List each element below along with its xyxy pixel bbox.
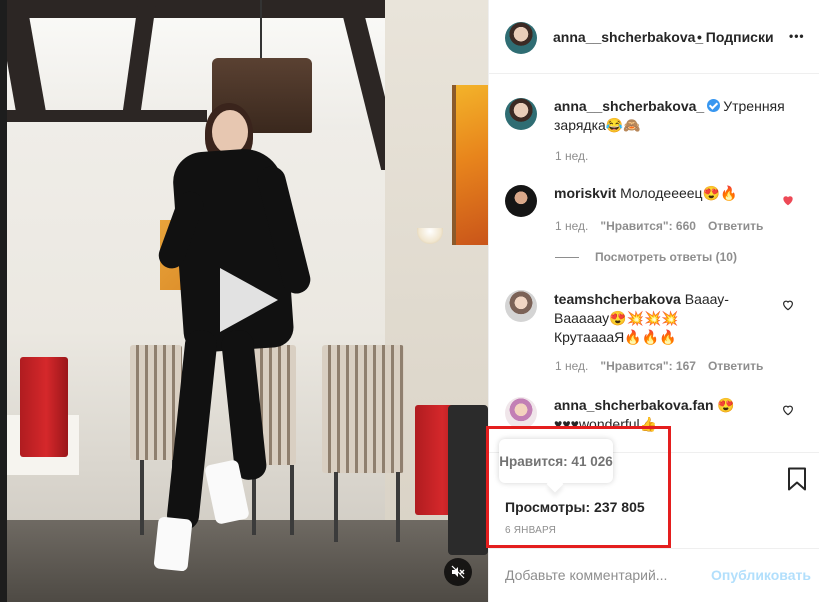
comment-text: teamshcherbakova Вааау-Вааааау😍💥💥💥 Крута… (554, 290, 774, 347)
comment-body: 😍 (717, 397, 735, 413)
comment-meta: 1 нед. "Нравится": 660 Ответить (555, 219, 763, 233)
video-player[interactable] (0, 0, 488, 602)
commenter-username[interactable]: teamshcherbakova (554, 291, 681, 307)
views-count[interactable]: Просмотры: 237 805 (505, 499, 645, 515)
lamp-cord (260, 0, 262, 60)
comment-body-line2: ♥♥♥wonderful👍 (554, 416, 658, 432)
commenter-avatar[interactable] (505, 290, 537, 322)
chair-leg (140, 460, 144, 535)
comment-meta: 1 нед. "Нравится": 167 Ответить (555, 359, 763, 373)
chair-leg (396, 472, 400, 542)
comment-input[interactable] (505, 567, 705, 583)
comment-composer: Опубликовать (489, 548, 819, 602)
chair (322, 345, 404, 473)
author-username[interactable]: anna__shcherbakova_ (553, 29, 703, 45)
commenter-username[interactable]: anna_shcherbakova.fan (554, 397, 714, 413)
comment-likes[interactable]: "Нравится": 660 (600, 219, 696, 233)
chair-leg (290, 465, 294, 535)
bookmark-icon[interactable] (787, 467, 807, 491)
following-button[interactable]: • Подписки (697, 29, 774, 45)
comment-body-line2: КрутааааЯ🔥🔥🔥 (554, 329, 677, 345)
post-date[interactable]: 6 января (505, 525, 556, 536)
publish-button[interactable]: Опубликовать (711, 567, 811, 583)
comment-body: Молодеееец😍🔥 (620, 185, 738, 201)
reply-button[interactable]: Ответить (708, 219, 763, 233)
post-actions: Нравится: 41 026 Просмотры: 237 805 6 ян… (489, 439, 819, 547)
liked-heart-icon[interactable] (781, 193, 795, 207)
chair (20, 357, 68, 457)
video-scene-floor (7, 520, 488, 602)
commenter-username[interactable]: moriskvit (554, 185, 616, 201)
speaker (448, 405, 488, 555)
view-replies-button[interactable]: Посмотреть ответы (10) (555, 250, 737, 264)
caption-avatar[interactable] (505, 98, 537, 130)
comment-text: anna_shcherbakova.fan 😍 ♥♥♥wonderful👍 (554, 396, 774, 434)
caption-username[interactable]: anna__shcherbakova_ (554, 98, 704, 114)
caption-text: anna__shcherbakova_ Утренняя зарядка😂🙈 (554, 97, 794, 135)
ceiling-beam (7, 110, 207, 122)
caption-time[interactable]: 1 нед. (555, 149, 588, 163)
speaker-muted-icon (451, 565, 465, 579)
reply-button[interactable]: Ответить (708, 359, 763, 373)
commenter-avatar[interactable] (505, 397, 537, 429)
dancer-shoe (153, 516, 193, 572)
comment-time[interactable]: 1 нед. (555, 359, 588, 373)
more-options-icon[interactable]: ••• (789, 29, 805, 43)
replies-divider (555, 257, 579, 259)
post-sidebar: anna__shcherbakova_ • Подписки ••• anna_… (488, 0, 819, 602)
dancer-head (212, 110, 248, 154)
comment-likes[interactable]: "Нравится": 167 (600, 359, 696, 373)
chair-leg (334, 472, 338, 542)
play-icon[interactable] (220, 268, 278, 332)
commenter-avatar[interactable] (505, 185, 537, 217)
heart-icon[interactable] (781, 403, 795, 417)
likes-tooltip: Нравится: 41 026 (499, 439, 613, 483)
mute-button[interactable] (444, 558, 472, 586)
video-left-edge (0, 0, 7, 602)
wall-painting (452, 85, 488, 245)
post-header: anna__shcherbakova_ • Подписки ••• (489, 0, 819, 74)
view-replies-label: Посмотреть ответы (10) (595, 250, 737, 264)
heart-icon[interactable] (781, 298, 795, 312)
comment-text: moriskvit Молодеееец😍🔥 (554, 184, 774, 203)
author-avatar[interactable] (505, 22, 537, 54)
verified-badge-icon (707, 99, 721, 112)
comment-time[interactable]: 1 нед. (555, 219, 588, 233)
